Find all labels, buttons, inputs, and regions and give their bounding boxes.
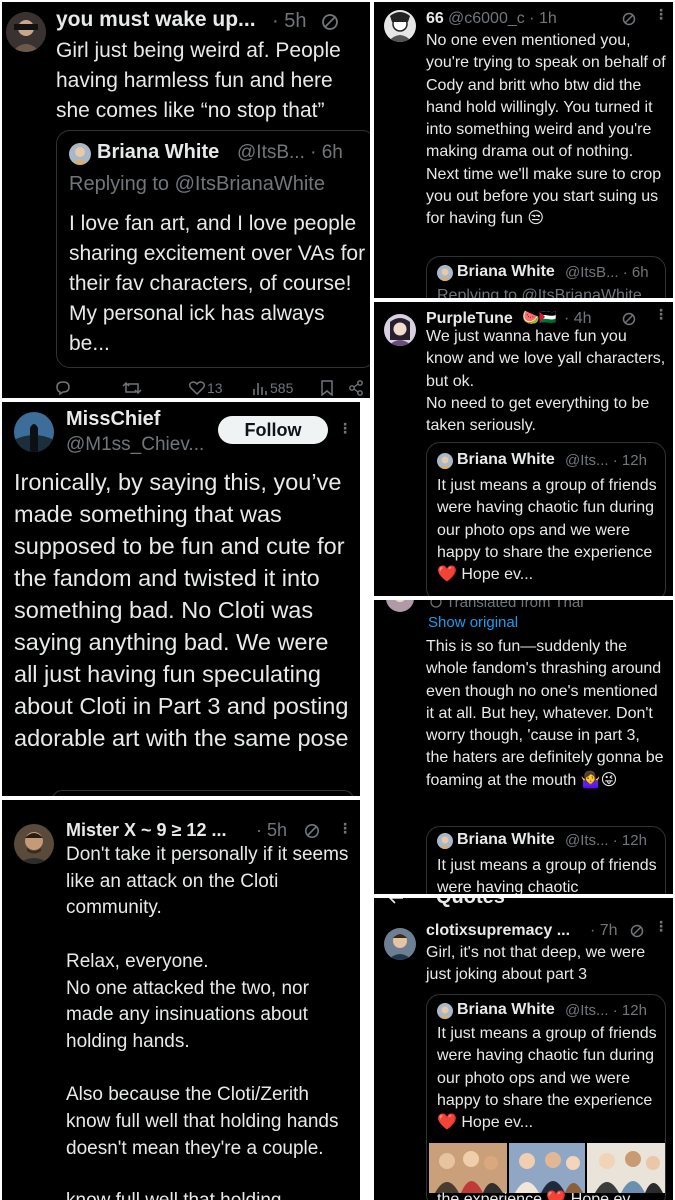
repost-icon[interactable] — [122, 380, 142, 396]
author-name[interactable]: you must wake up... — [56, 8, 256, 32]
quoted-text: It just means a group of friends were ha… — [437, 857, 657, 894]
translate-icon — [430, 600, 442, 608]
quoted-text: It just means a group of friends were ha… — [437, 477, 657, 584]
reply-post-misterx: Mister X ~ 9 ≥ 12 ... · 5h ⋮ Don't take … — [2, 800, 360, 1200]
reply-post-purpletune: PurpleTune 🍉🇵🇸 · 4h ⋮ We just wanna have… — [374, 302, 673, 596]
quoted-post[interactable]: Briana White @Its... · 12h It just means… — [426, 826, 666, 894]
edited-icon — [630, 924, 644, 938]
quoted-handle: @Its... · 12h — [565, 1002, 647, 1019]
show-original-link[interactable]: Show original — [428, 614, 518, 631]
more-options-icon[interactable]: ⋮ — [338, 820, 353, 837]
reply-post-66: 66 @c6000_c · 1h ⋮ No one even mentioned… — [374, 2, 673, 298]
author-name[interactable]: 66 — [426, 10, 444, 28]
post-text: Girl just being weird af. People having … — [56, 39, 341, 122]
post-text-cut-line: know full well that holding — [66, 1188, 356, 1200]
more-options-icon[interactable]: ⋮ — [654, 306, 669, 323]
avatar[interactable] — [14, 412, 54, 452]
avatar[interactable] — [386, 600, 414, 612]
quoted-post[interactable]: Briana White @Its... · 12h It just means… — [426, 442, 666, 596]
reply-icon[interactable] — [54, 380, 72, 396]
share-icon[interactable] — [348, 380, 364, 396]
name-emoji: 🍉🇵🇸 — [522, 309, 557, 325]
author-name[interactable]: MissChief — [66, 408, 160, 431]
reply-post-translated: Translated from Thai Show original This … — [374, 600, 673, 894]
quoted-post[interactable]: Briana White @Its... · 12h It just means… — [426, 994, 666, 1200]
post-text: Ironically, by saying this, you’ve made … — [14, 469, 349, 751]
more-options-icon[interactable]: ⋮ — [654, 6, 669, 23]
avatar[interactable] — [6, 12, 46, 52]
replying-to: Replying to @ItsBrianaWhite — [69, 173, 325, 195]
timestamp[interactable]: · 5h — [256, 820, 287, 841]
quoted-author-name: Briana White — [457, 831, 555, 848]
reply-post-misschief: MissChief @M1ss_Chiev... Follow ⋮ Ironic… — [2, 402, 360, 796]
quoted-avatar — [437, 833, 453, 849]
quote-preview-edge — [52, 790, 354, 796]
post-text: Don't take it personally if it seems lik… — [66, 844, 349, 1159]
follow-button[interactable]: Follow — [218, 416, 328, 444]
replying-to: Replying to @ItsBrianaWhite — [437, 287, 642, 298]
quoted-author-name: Briana White — [457, 1001, 555, 1018]
quotes-header: Quotes — [436, 898, 505, 909]
more-options-icon[interactable]: ⋮ — [654, 918, 669, 935]
quoted-text: I love fan art, and I love people sharin… — [69, 212, 366, 355]
quoted-avatar — [437, 453, 453, 469]
avatar[interactable] — [384, 10, 416, 42]
quoted-text: It just means a group of friends were ha… — [437, 1025, 657, 1132]
edited-icon — [304, 823, 320, 839]
quoted-avatar — [69, 143, 91, 165]
avatar[interactable] — [384, 314, 416, 346]
quoted-author-name: Briana White — [457, 451, 555, 468]
post-text: No one even mentioned you, you're trying… — [426, 32, 666, 228]
quoted-author-name: Briana White — [457, 263, 555, 280]
author-name[interactable]: Mister X ~ 9 ≥ 12 ... — [66, 820, 226, 841]
quoted-handle: @Its... · 12h — [565, 452, 647, 469]
author-name[interactable]: clotixsupremacy ... — [426, 922, 570, 940]
quoted-handle: @ItsB... · 6h — [237, 142, 343, 163]
edited-icon — [622, 312, 636, 326]
like-count: 13 — [207, 380, 223, 396]
timestamp[interactable]: · 5h — [272, 10, 306, 33]
quoted-author-name: Briana White — [97, 141, 220, 163]
post-text: This is so fun—suddenly the whole fandom… — [426, 638, 664, 789]
edited-icon — [622, 12, 636, 26]
edited-icon — [321, 13, 339, 31]
bookmark-icon[interactable] — [320, 380, 334, 396]
quoted-text-cut-line: the experience ❤️ Hope ev... — [437, 1191, 643, 1200]
quote-post-clotixsupremacy: Quotes clotixsupremacy ... · 7h ⋮ Girl, … — [374, 898, 673, 1200]
like-icon[interactable] — [188, 380, 206, 396]
more-options-icon[interactable]: ⋮ — [338, 420, 353, 437]
quoted-handle: @Its... · 12h — [565, 832, 647, 849]
quoted-handle: @ItsB... · 6h — [565, 264, 649, 281]
avatar[interactable] — [384, 928, 416, 960]
quoted-avatar — [437, 265, 453, 281]
view-count: 585 — [270, 380, 294, 396]
action-bar: 13 585 — [52, 380, 370, 398]
quoted-post[interactable]: Briana White @ItsB... · 6h Replying to @… — [56, 130, 370, 368]
timestamp[interactable]: · 7h — [590, 922, 618, 940]
post-text: We just wanna have fun you know and we l… — [426, 328, 666, 435]
handle[interactable]: @M1ss_Chiev... — [66, 434, 204, 456]
post-text: Girl, it's not that deep, we were just j… — [426, 944, 646, 984]
quoted-photo-strip[interactable] — [427, 1143, 665, 1193]
back-arrow-icon[interactable] — [388, 898, 404, 904]
quoted-avatar — [437, 1003, 453, 1019]
quoted-post[interactable]: Briana White @ItsB... · 6h Replying to @… — [426, 256, 666, 298]
handle-timestamp[interactable]: @c6000_c · 1h — [448, 10, 557, 28]
avatar[interactable] — [14, 824, 54, 864]
translated-label: Translated from Thai — [446, 600, 584, 611]
views-icon[interactable] — [252, 380, 268, 396]
reply-post-wakeup: you must wake up... · 5h Girl just being… — [2, 2, 370, 398]
